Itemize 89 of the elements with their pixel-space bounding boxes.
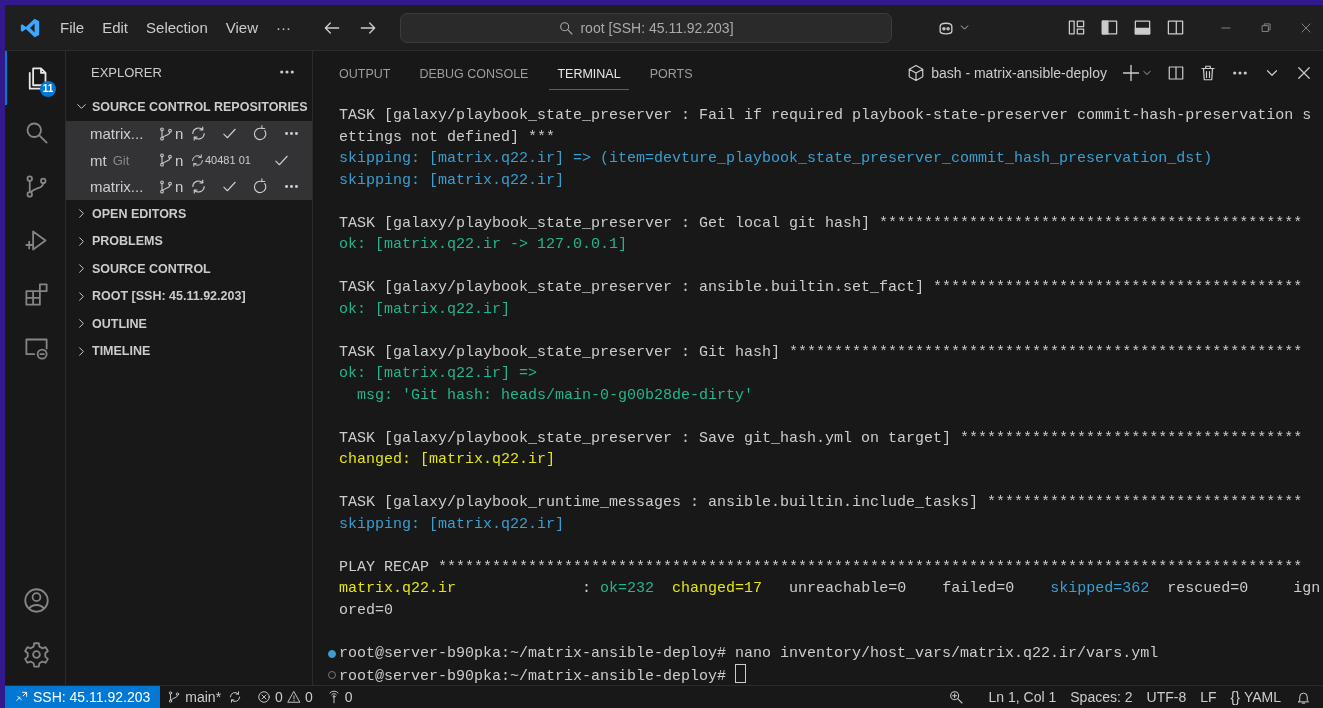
app-logo (19, 16, 41, 39)
terminal-line: ok: [matrix.q22.ir -> 127.0.0.1] (339, 235, 629, 255)
terminal-line: PLAY RECAP ************************************************************************************************ (339, 557, 1304, 578)
section-header[interactable]: TIMELINE (66, 337, 312, 365)
refresh-icon[interactable] (252, 125, 269, 143)
problems-status[interactable]: 0 0 (250, 686, 320, 708)
language-mode[interactable]: {} YAML (1223, 686, 1288, 708)
branch-name[interactable]: n (175, 178, 184, 196)
branch-name[interactable]: n (175, 151, 184, 169)
panel-tab[interactable]: PORTS (641, 56, 701, 90)
toggle-sidebar-icon[interactable] (1100, 18, 1119, 37)
sync-icon[interactable] (190, 125, 207, 143)
remote-icon (15, 690, 29, 704)
line-ending-status[interactable]: LF (1193, 686, 1224, 708)
terminal-line: ok: [matrix.q22.ir] => (339, 364, 539, 384)
cursor-position[interactable]: Ln 1, Col 1 (981, 686, 1064, 708)
branch-status[interactable]: main* (160, 686, 229, 708)
menu-item[interactable]: Edit (93, 15, 138, 40)
menu-item[interactable]: View (216, 15, 267, 40)
terminal-line: skipping: [matrix.q22.ir] (339, 514, 566, 535)
menu-item[interactable]: ··· (267, 15, 300, 40)
branch-icon[interactable] (158, 125, 174, 142)
trash-icon[interactable] (1199, 64, 1217, 82)
terminal-line: TASK [galaxy/playbook_runtime_messages : ansible.builtin.include_tasks] *********************************** (339, 493, 1304, 513)
terminal-line: ok: [matrix.q22.ir] (339, 299, 512, 320)
encoding-status[interactable]: UTF-8 (1139, 686, 1194, 708)
terminal-line: root@server-b90pka:~/matrix-ansible-deploy# nano inventory/host_vars/matrix.q22.ir/vars.yml (339, 644, 1159, 662)
terminal-line: TASK [galaxy/playbook_state_preserver : Git hash] ********************************************************* (339, 342, 1304, 363)
indentation-status[interactable]: Spaces: 2 (1063, 686, 1140, 708)
terminal-line: matrix.q22.ir : ok=232 changed=17 unreachable=0 failed=0 skipped=362 rescued=0 ign (339, 579, 1322, 599)
panel-tab[interactable]: DEBUG CONSOLE (411, 56, 537, 90)
remote-indicator[interactable]: SSH: 45.11.92.203 (5, 686, 161, 708)
account-icon[interactable] (22, 586, 50, 614)
settings-icon[interactable] (22, 640, 50, 668)
close-icon[interactable] (1295, 64, 1313, 82)
sidebar-title: EXPLORER (91, 64, 162, 80)
command-status-icon[interactable] (328, 649, 336, 658)
sync-count[interactable]: 40481 01 (205, 154, 251, 167)
repository-name[interactable]: matrix... (90, 125, 144, 143)
sync-icon[interactable] (228, 690, 243, 704)
terminal-line: skipping: [matrix.q22.ir] (339, 170, 566, 191)
section-header[interactable]: PROBLEMS (66, 227, 312, 255)
sync-icon[interactable] (190, 178, 207, 196)
repository-name[interactable]: matrix... (90, 178, 144, 196)
new-terminal-icon[interactable] (1121, 63, 1141, 83)
repository-name[interactable]: mt (90, 151, 107, 169)
menu-item[interactable]: Selection (137, 15, 217, 40)
branch-icon[interactable] (158, 152, 174, 169)
terminal-line: msg: 'Git hash: heads/main-0-g00b28de-dirty' (356, 385, 755, 406)
refresh-icon[interactable] (252, 178, 269, 196)
extensions-icon[interactable] (22, 280, 50, 308)
section-header[interactable]: ROOT [SSH: 45.11.92.203] (66, 282, 312, 310)
restore-icon[interactable] (1259, 20, 1273, 35)
split-terminal-icon[interactable] (1167, 64, 1185, 82)
command-center-search[interactable]: root [SSH: 45.11.92.203] (400, 12, 892, 43)
warning-icon (286, 690, 301, 704)
toggle-secondary-sidebar-icon[interactable] (1166, 18, 1185, 37)
toggle-panel-icon[interactable] (1133, 18, 1152, 37)
branch-name[interactable]: n (175, 125, 184, 143)
menu-item[interactable]: File (51, 15, 94, 40)
repository-provider: Git (112, 152, 130, 168)
customize-layout-icon[interactable] (1067, 18, 1086, 37)
terminal-line: TASK [galaxy/playbook_state_preserver : Fail if required playbook-state-preserver commit-hash-preservation s (339, 106, 1313, 126)
terminal-line: root@server-b90pka:~/matrix-ansible-deploy# (339, 668, 728, 685)
bell-icon[interactable] (1296, 689, 1311, 705)
terminal-name[interactable]: bash - matrix-ansible-deploy (931, 65, 1107, 81)
ports-status[interactable]: 0 (319, 686, 360, 708)
terminal-line: TASK [galaxy/playbook_state_preserver : Save git_hash.yml on target] ************************************** (339, 428, 1304, 449)
terminal-line: ored=0 (339, 600, 394, 621)
terminal-line: skipping: [matrix.q22.ir] => (item=devture_playbook_state_preserver_commit_hash_preservation_dst) (339, 149, 1214, 169)
terminal-profile-icon[interactable] (907, 64, 926, 82)
count-badge: 11 (40, 81, 56, 97)
terminal-line: TASK [galaxy/playbook_state_preserver : Get local git hash] *********************************************** (339, 213, 1304, 234)
panel-tab[interactable]: TERMINAL (549, 56, 629, 90)
branch-icon[interactable] (158, 178, 174, 195)
zoom-icon[interactable] (947, 689, 964, 705)
sync-icon[interactable] (190, 152, 205, 168)
panel-tab[interactable]: OUTPUT (331, 56, 399, 90)
section-header[interactable]: SOURCE CONTROL REPOSITORIES (66, 93, 312, 121)
ports-icon (326, 690, 341, 704)
section-header[interactable]: OPEN EDITORS (66, 200, 312, 228)
error-icon (257, 690, 272, 704)
section-header[interactable]: OUTLINE (66, 310, 312, 338)
search-icon (558, 19, 575, 36)
branch-icon (167, 690, 182, 704)
terminal-line: TASK [galaxy/playbook_state_preserver : ansible.builtin.set_fact] ***************************************** (339, 278, 1304, 298)
terminal-line: ettings not defined] *** (339, 127, 557, 148)
section-header[interactable]: SOURCE CONTROL (66, 255, 312, 283)
terminal-line: changed: [matrix.q22.ir] (339, 450, 557, 470)
